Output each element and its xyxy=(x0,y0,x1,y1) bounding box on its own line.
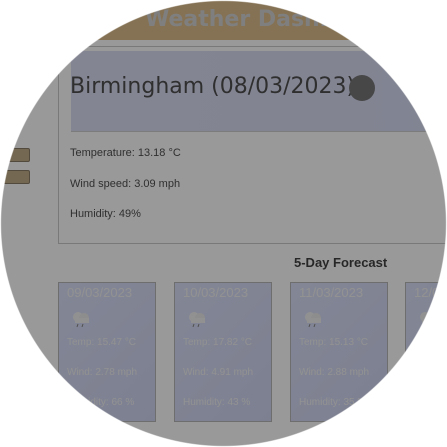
forecast-date: 10/03/2023 xyxy=(183,285,249,300)
current-city-date: Birmingham (08/03/2023) xyxy=(70,74,356,99)
forecast-wind: Wind: 4.91 mph xyxy=(183,367,254,378)
forecast-card: 11/03/2023 Temp: 15.13 °C Wind: 2.88 mph… xyxy=(290,282,388,422)
page-header: Weather Dashboard xyxy=(0,0,447,40)
forecast-temp: Temp: 15.47 °C xyxy=(67,337,137,348)
forecast-title: 5-Day Forecast xyxy=(294,255,388,270)
cloud-rain-icon xyxy=(420,312,436,323)
forecast-temp: Temp: 17.82 °C xyxy=(183,337,253,348)
forecast-date: 11/03/2023 xyxy=(299,285,364,300)
page-title: Weather Dashboard xyxy=(145,7,393,32)
forecast-date: 12/03/2023 xyxy=(414,285,447,300)
current-temperature: Temperature: 13.18 °C xyxy=(70,147,181,159)
forecast-card: 12/03/2023 xyxy=(405,282,447,422)
search-history-button[interactable] xyxy=(0,170,30,184)
forecast-temp: Temp: 15.13 °C xyxy=(299,337,369,348)
forecast-card: 10/03/2023 Temp: 17.82 °C Wind: 4.91 mph… xyxy=(174,282,272,422)
dark-cloud-icon xyxy=(349,75,375,101)
weather-dashboard-page: Weather Dashboard Temperature: 13.18 °C … xyxy=(0,0,447,447)
cloud-rain-icon xyxy=(189,312,205,327)
forecast-card: 09/03/2023 Temp: 15.47 °C Wind: 2.78 mph… xyxy=(58,282,156,422)
current-wind: Wind speed: 3.09 mph xyxy=(70,178,181,190)
cloud-rain-icon xyxy=(305,312,321,327)
current-humidity: Humidity: 49% xyxy=(70,208,141,220)
forecast-humidity: Humidity: 35 % xyxy=(299,397,367,408)
forecast-wind: Wind: 2.78 mph xyxy=(67,367,138,378)
sidebar-edge xyxy=(0,118,10,120)
forecast-date: 09/03/2023 xyxy=(67,285,133,300)
forecast-humidity: Humidity: 66 % xyxy=(67,397,135,408)
search-history-button[interactable] xyxy=(0,148,30,162)
cloud-rain-icon xyxy=(73,312,89,327)
forecast-humidity: Humidity: 43 % xyxy=(183,397,251,408)
forecast-wind: Wind: 2.88 mph xyxy=(299,367,370,378)
